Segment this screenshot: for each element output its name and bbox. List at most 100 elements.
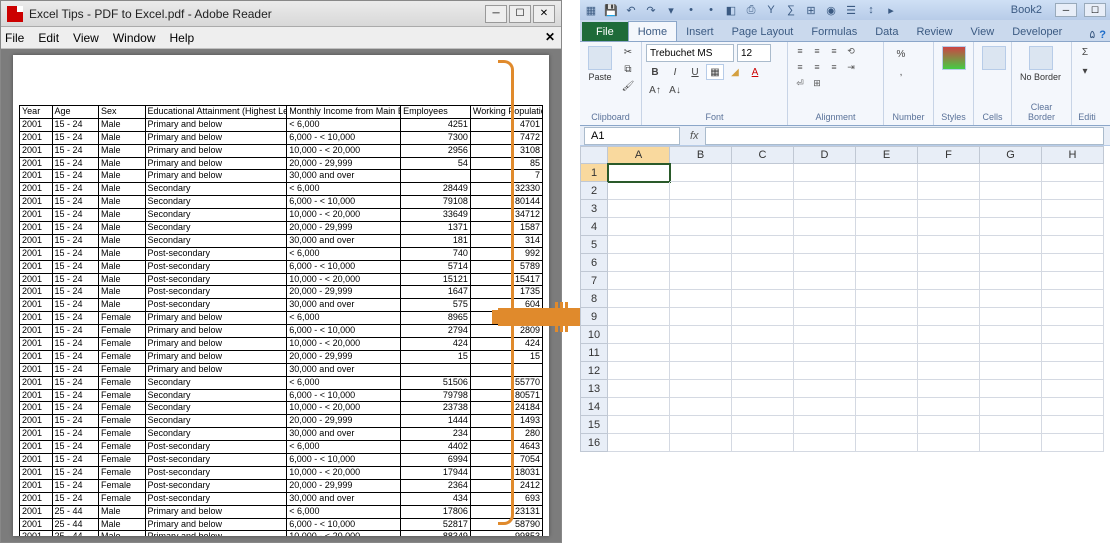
qat-icon[interactable]: ↕ xyxy=(864,3,878,17)
cell[interactable] xyxy=(608,218,670,236)
indent-icon[interactable]: ⇥ xyxy=(843,60,859,74)
cell[interactable] xyxy=(980,164,1042,182)
cell[interactable] xyxy=(732,362,794,380)
cell[interactable] xyxy=(856,200,918,218)
close-button[interactable]: ✕ xyxy=(533,5,555,23)
cell[interactable] xyxy=(856,326,918,344)
row-header[interactable]: 14 xyxy=(580,398,608,416)
cell[interactable] xyxy=(856,290,918,308)
cell[interactable] xyxy=(608,272,670,290)
cell[interactable] xyxy=(856,236,918,254)
excel-minimize-button[interactable]: ─ xyxy=(1055,3,1077,17)
cell[interactable] xyxy=(732,218,794,236)
ribbon-minimize-icon[interactable]: ۵ xyxy=(1089,28,1095,41)
cell[interactable] xyxy=(732,380,794,398)
cell[interactable] xyxy=(670,398,732,416)
cell[interactable] xyxy=(1042,290,1104,308)
cell[interactable] xyxy=(670,182,732,200)
cell[interactable] xyxy=(608,380,670,398)
cell[interactable] xyxy=(918,362,980,380)
cell[interactable] xyxy=(670,236,732,254)
menu-help[interactable]: Help xyxy=(170,31,195,45)
align-top-icon[interactable]: ≡ xyxy=(792,44,808,58)
qat-icon[interactable]: ∑ xyxy=(784,3,798,17)
copy-icon[interactable]: ⧉ xyxy=(619,61,637,77)
cell[interactable] xyxy=(670,434,732,452)
cell[interactable] xyxy=(794,218,856,236)
cell[interactable] xyxy=(1042,380,1104,398)
border-button[interactable]: ▦ xyxy=(706,64,724,80)
cell[interactable] xyxy=(918,236,980,254)
bold-button[interactable]: B xyxy=(646,64,664,80)
cell[interactable] xyxy=(918,164,980,182)
align-center-icon[interactable]: ≡ xyxy=(809,60,825,74)
cell[interactable] xyxy=(918,272,980,290)
qat-icon[interactable]: • xyxy=(704,3,718,17)
cell[interactable] xyxy=(794,326,856,344)
merge-icon[interactable]: ⊞ xyxy=(809,76,825,90)
cell[interactable] xyxy=(608,416,670,434)
underline-button[interactable]: U xyxy=(686,64,704,80)
column-header[interactable]: D xyxy=(794,146,856,164)
cell[interactable] xyxy=(794,272,856,290)
qat-icon[interactable]: ⎙ xyxy=(744,3,758,17)
cell[interactable] xyxy=(608,290,670,308)
cell[interactable] xyxy=(670,200,732,218)
cell[interactable] xyxy=(918,326,980,344)
tab-home[interactable]: Home xyxy=(628,21,677,41)
fill-color-button[interactable]: ◢ xyxy=(726,64,744,80)
cell[interactable] xyxy=(794,290,856,308)
file-tab[interactable]: File xyxy=(582,22,628,41)
cell[interactable] xyxy=(918,218,980,236)
cell[interactable] xyxy=(980,326,1042,344)
cell[interactable] xyxy=(856,308,918,326)
tab-view[interactable]: View xyxy=(962,22,1004,41)
tab-insert[interactable]: Insert xyxy=(677,22,723,41)
row-header[interactable]: 8 xyxy=(580,290,608,308)
cell[interactable] xyxy=(856,182,918,200)
cell[interactable] xyxy=(1042,434,1104,452)
cell[interactable] xyxy=(732,434,794,452)
paste-button[interactable]: Paste xyxy=(584,44,616,84)
column-header[interactable]: F xyxy=(918,146,980,164)
grow-font-icon[interactable]: A↑ xyxy=(646,82,664,98)
cell[interactable] xyxy=(732,398,794,416)
cell[interactable] xyxy=(856,362,918,380)
column-header[interactable]: H xyxy=(1042,146,1104,164)
cell[interactable] xyxy=(670,164,732,182)
font-color-button[interactable]: A xyxy=(746,64,764,80)
cell[interactable] xyxy=(608,236,670,254)
font-size-select[interactable]: 12 xyxy=(737,44,771,62)
cell[interactable] xyxy=(732,236,794,254)
cell[interactable] xyxy=(1042,200,1104,218)
cell[interactable] xyxy=(918,290,980,308)
tab-page-layout[interactable]: Page Layout xyxy=(723,22,803,41)
cell[interactable] xyxy=(980,380,1042,398)
cell[interactable] xyxy=(670,290,732,308)
redo-icon[interactable]: ↷ xyxy=(644,3,658,17)
cell[interactable] xyxy=(1042,326,1104,344)
align-right-icon[interactable]: ≡ xyxy=(826,60,842,74)
cell[interactable] xyxy=(980,416,1042,434)
cell[interactable] xyxy=(1042,308,1104,326)
cell[interactable] xyxy=(1042,164,1104,182)
row-header[interactable]: 7 xyxy=(580,272,608,290)
cell[interactable] xyxy=(918,308,980,326)
cell[interactable] xyxy=(980,254,1042,272)
cell[interactable] xyxy=(980,290,1042,308)
cell[interactable] xyxy=(608,344,670,362)
cell[interactable] xyxy=(918,182,980,200)
cell[interactable] xyxy=(732,200,794,218)
cell[interactable] xyxy=(608,362,670,380)
comma-icon[interactable]: , xyxy=(892,64,910,80)
cell[interactable] xyxy=(670,326,732,344)
help-icon[interactable]: ? xyxy=(1099,29,1106,41)
cell[interactable] xyxy=(980,434,1042,452)
qat-icon[interactable]: ◉ xyxy=(824,3,838,17)
menu-window[interactable]: Window xyxy=(113,31,156,45)
menu-view[interactable]: View xyxy=(73,31,99,45)
cell[interactable] xyxy=(608,434,670,452)
cell[interactable] xyxy=(856,254,918,272)
cell[interactable] xyxy=(918,380,980,398)
maximize-button[interactable]: ☐ xyxy=(509,5,531,23)
